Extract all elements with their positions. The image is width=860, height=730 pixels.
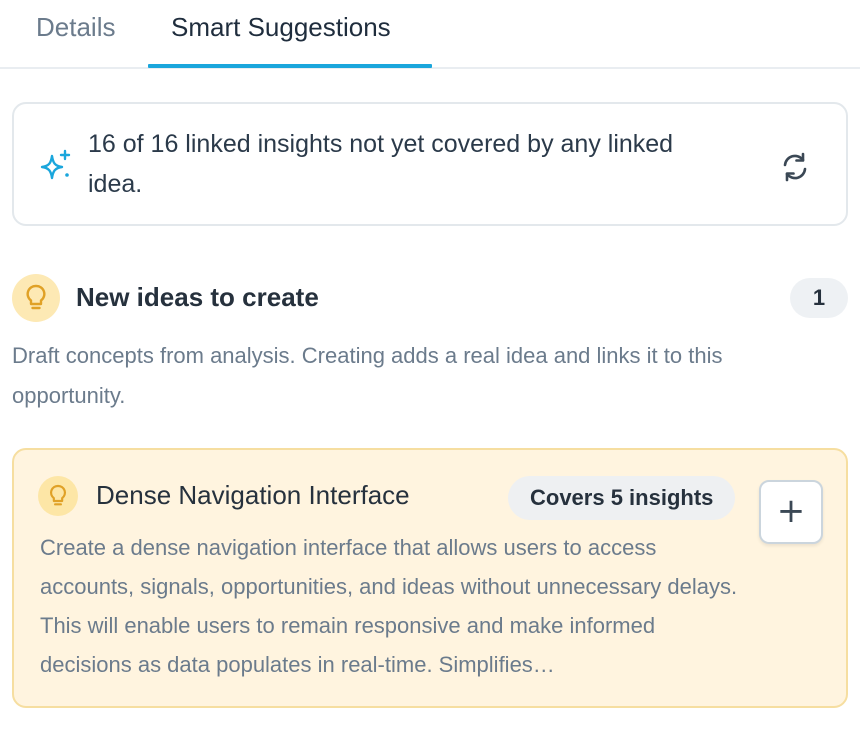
tab-smart-suggestions[interactable]: Smart Suggestions bbox=[171, 10, 391, 44]
section-description: Draft concepts from analysis. Creating a… bbox=[12, 343, 723, 408]
coverage-message: 16 of 16 linked insights not yet covered… bbox=[88, 130, 674, 198]
count-badge: 1 bbox=[790, 278, 848, 318]
idea-suggestion-card: Dense Navigation Interface Covers 5 insi… bbox=[12, 448, 848, 708]
new-ideas-header: New ideas to create 1 bbox=[12, 274, 848, 322]
section-title: New ideas to create bbox=[76, 282, 319, 312]
coverage-info-card: 16 of 16 linked insights not yet covered… bbox=[12, 102, 848, 226]
refresh-icon[interactable] bbox=[778, 150, 812, 184]
lightbulb-icon bbox=[38, 476, 78, 516]
lightbulb-icon bbox=[12, 274, 60, 322]
active-tab-indicator bbox=[148, 64, 432, 68]
add-idea-button[interactable]: + bbox=[759, 480, 823, 544]
idea-description: Create a dense navigation interface that… bbox=[40, 535, 738, 677]
idea-title: Dense Navigation Interface bbox=[96, 480, 410, 510]
covers-insights-badge: Covers 5 insights bbox=[508, 476, 736, 520]
tab-bar: Details Smart Suggestions bbox=[0, 0, 860, 69]
tab-details[interactable]: Details bbox=[36, 10, 115, 44]
sparkle-icon bbox=[38, 148, 74, 184]
